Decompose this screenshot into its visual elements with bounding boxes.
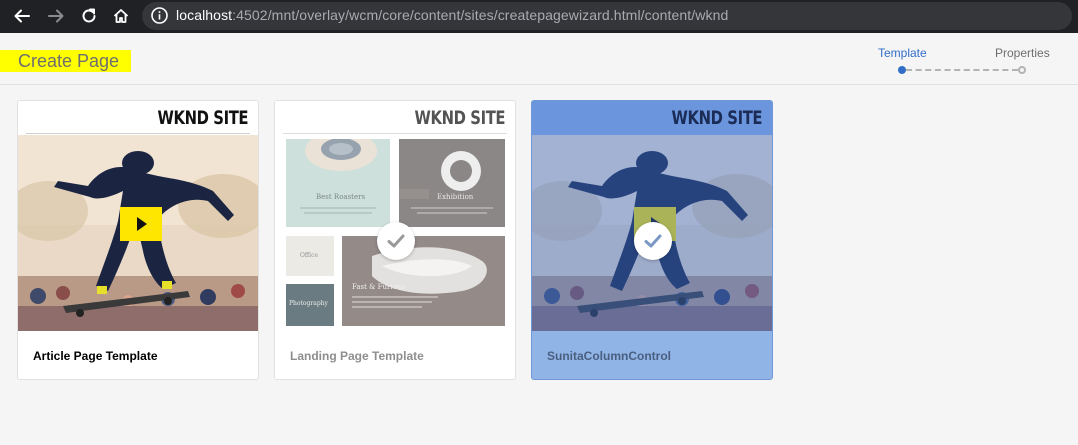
back-icon[interactable] [9, 3, 35, 29]
template-thumbnail: WKND SITE [532, 101, 772, 331]
template-label: Landing Page Template [290, 349, 424, 363]
url-host: localhost [176, 7, 233, 23]
tile-photography: Photography [286, 284, 334, 326]
tile-text-line [300, 207, 376, 209]
tile-fast-furious: Fast & Furious [342, 236, 505, 326]
template-label: SunitaColumnControl [547, 349, 671, 363]
brand-logo: WKND SITE [157, 107, 248, 129]
tile-exhibition-title: Exhibition [437, 193, 474, 201]
url-path: :4502/mnt/overlay/wcm/core/content/sites… [232, 7, 729, 23]
tile-photography-title: Photography [289, 300, 328, 307]
template-thumbnail: WKND SITE Best Roasters Exhibition Offic… [275, 101, 515, 331]
check-circle-icon [377, 222, 415, 260]
browser-toolbar: localhost:4502/mnt/overlay/wcm/core/cont… [0, 0, 1078, 33]
tile-office-title: Office [300, 252, 319, 259]
brand-divider [283, 133, 507, 134]
reload-icon[interactable] [76, 3, 102, 29]
tile-text-line [352, 301, 432, 303]
step-properties-indicator [1018, 66, 1026, 74]
tile-text-line [304, 212, 372, 214]
tile-office: Office [286, 236, 334, 276]
check-circle-icon [634, 222, 672, 260]
tile-fast-title: Fast & Furious [352, 283, 405, 291]
tile-roasters-title: Best Roasters [316, 193, 366, 201]
template-card-article[interactable]: WKND SITE Article Page Template [17, 100, 259, 380]
step-properties-label[interactable]: Properties [995, 46, 1050, 60]
page-title: Create Page [0, 50, 132, 72]
brand-logo: WKND SITE [414, 107, 505, 129]
home-icon[interactable] [108, 3, 134, 29]
tile-text-line [411, 207, 493, 209]
selection-overlay [532, 101, 772, 331]
tile-exhibition: Exhibition [399, 139, 505, 227]
step-connector [906, 69, 1018, 71]
tile-text-line [352, 306, 422, 308]
info-icon[interactable] [150, 6, 169, 25]
url-text[interactable]: localhost:4502/mnt/overlay/wcm/core/cont… [176, 6, 728, 24]
forward-icon[interactable] [43, 3, 69, 29]
template-card-landing[interactable]: WKND SITE Best Roasters Exhibition Offic… [274, 100, 516, 380]
template-label: Article Page Template [33, 349, 158, 363]
template-card-sunitacolumncontrol[interactable]: WKND SITE SunitaColumnControl [531, 100, 773, 380]
template-thumbnail: WKND SITE [18, 101, 258, 331]
step-template-indicator [898, 66, 906, 74]
tile-text-line [417, 212, 487, 214]
step-template-label[interactable]: Template [878, 46, 927, 60]
tile-roasters: Best Roasters [286, 139, 390, 227]
wizard-header: Create Page Template Properties [0, 33, 1078, 85]
brand-divider [26, 133, 250, 134]
tile-text-line [352, 296, 438, 298]
brand-logo: WKND SITE [671, 107, 762, 129]
